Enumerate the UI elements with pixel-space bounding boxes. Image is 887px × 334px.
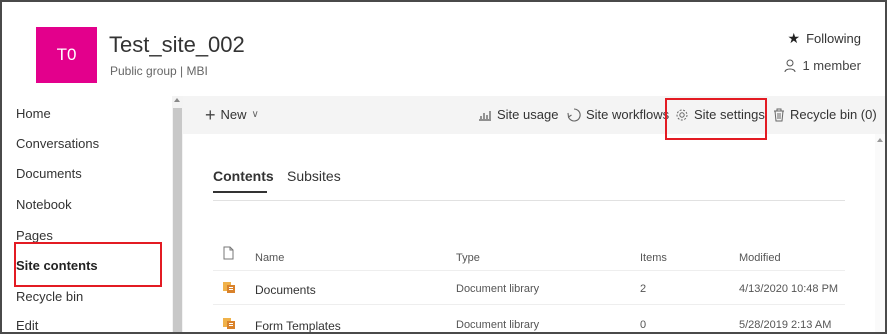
- site-contents-panel: Contents Subsites Name Type Items Modifi…: [183, 134, 875, 332]
- content-scrollbar[interactable]: [875, 134, 885, 332]
- highlight-site-contents: [14, 242, 162, 287]
- nav-scrollbar-thumb[interactable]: [173, 108, 182, 332]
- site-header: T0 Test_site_002 Public group | MBI ★ Fo…: [2, 2, 885, 96]
- nav-item-notebook[interactable]: Notebook: [16, 197, 72, 212]
- tabs-divider: [213, 200, 845, 201]
- person-icon: [784, 59, 796, 72]
- workflow-icon: [567, 107, 581, 122]
- table-row-name[interactable]: Documents: [255, 283, 316, 297]
- tab-subsites[interactable]: Subsites: [287, 168, 341, 184]
- nav-item-home[interactable]: Home: [16, 106, 51, 121]
- recycle-bin-label: Recycle bin (0): [790, 107, 877, 122]
- table-row-items: 0: [640, 319, 647, 331]
- site-usage-label: Site usage: [497, 107, 559, 122]
- site-workflows-label: Site workflows: [586, 107, 670, 122]
- header-row-divider: [213, 270, 845, 271]
- chart-icon: [479, 110, 491, 121]
- column-header-modified[interactable]: Modified: [739, 252, 781, 264]
- nav-item-documents[interactable]: Documents: [16, 166, 82, 181]
- star-icon: ★: [787, 30, 801, 46]
- left-navigation: Home Conversations Documents Notebook Pa…: [2, 96, 172, 332]
- plus-icon: +: [205, 104, 216, 125]
- tab-contents[interactable]: Contents: [213, 168, 274, 184]
- nav-scrollbar[interactable]: [172, 96, 183, 332]
- library-icon: [223, 282, 235, 293]
- screenshot-frame: T0 Test_site_002 Public group | MBI ★ Fo…: [0, 0, 887, 334]
- table-row-type: Document library: [456, 283, 540, 295]
- table-row-modified: 4/13/2020 10:48 PM: [739, 283, 839, 295]
- column-header-type[interactable]: Type: [456, 252, 480, 264]
- new-button[interactable]: + New ∨: [205, 104, 259, 125]
- nav-item-recycle-bin[interactable]: Recycle bin: [16, 289, 83, 304]
- scroll-up-arrow-icon[interactable]: [877, 138, 883, 142]
- members-label: 1 member: [802, 58, 861, 73]
- following-label: Following: [806, 31, 861, 46]
- following-button[interactable]: ★ Following: [788, 30, 861, 47]
- nav-item-edit[interactable]: Edit: [16, 318, 38, 332]
- site-logo[interactable]: T0: [36, 27, 97, 83]
- column-header-name[interactable]: Name: [255, 252, 284, 264]
- column-header-items[interactable]: Items: [640, 252, 667, 264]
- chevron-down-icon: ∨: [251, 109, 259, 120]
- recycle-bin-button[interactable]: Recycle bin (0): [773, 107, 877, 122]
- nav-item-conversations[interactable]: Conversations: [16, 136, 99, 151]
- table-row-modified: 5/28/2019 2:13 AM: [739, 319, 832, 331]
- tab-selected-indicator: [213, 191, 267, 193]
- site-subtitle: Public group | MBI: [110, 64, 208, 78]
- library-icon: [223, 318, 235, 329]
- table-row-type: Document library: [456, 319, 540, 331]
- table-row-name[interactable]: Form Templates: [255, 319, 341, 332]
- table-row-items: 2: [640, 283, 647, 295]
- nav-item-pages[interactable]: Pages: [16, 228, 53, 243]
- command-bar: + New ∨ Site usage Site workflows Site s…: [183, 96, 885, 134]
- site-usage-button[interactable]: Site usage: [478, 107, 558, 122]
- trash-icon: [774, 108, 784, 121]
- scroll-up-arrow-icon[interactable]: [174, 98, 180, 102]
- highlight-site-settings: [665, 98, 767, 140]
- row-divider: [213, 304, 845, 305]
- members-button[interactable]: 1 member: [784, 58, 861, 73]
- site-title[interactable]: Test_site_002: [109, 32, 245, 58]
- file-type-icon: [223, 246, 234, 260]
- new-label: New: [220, 107, 247, 122]
- site-workflows-button[interactable]: Site workflows: [567, 107, 669, 122]
